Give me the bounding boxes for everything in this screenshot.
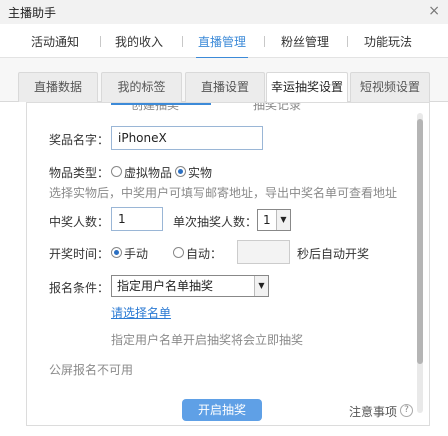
item-type-label: 物品类型： — [49, 166, 110, 180]
signup-condition-value: 指定用户名单抽奖 — [117, 279, 214, 293]
title-bar: 主播助手 × — [0, 0, 448, 24]
per-draw-label: 单次抽奖人数： — [173, 215, 258, 229]
active-tab-indicator — [111, 103, 211, 105]
tab-divider — [264, 36, 265, 47]
item-type-hint: 选择实物后，中奖用户可填写邮寄地址，导出中奖名单可查看地址 — [49, 186, 398, 200]
panel-scrollbar[interactable] — [417, 113, 423, 413]
radio-physical-item[interactable] — [175, 166, 186, 177]
tab-activity-notice[interactable]: 活动通知 — [31, 33, 79, 50]
tab-my-income[interactable]: 我的收入 — [115, 33, 163, 50]
scrollbar-thumb[interactable] — [417, 119, 423, 364]
tab-divider — [100, 36, 101, 47]
radio-virtual-item[interactable] — [111, 166, 122, 177]
subtab-my-tags[interactable]: 我的标签 — [101, 72, 182, 102]
subtab-lucky-draw-settings[interactable]: 幸运抽奖设置 — [266, 72, 348, 103]
public-screen-status: 公屏报名不可用 — [49, 363, 134, 377]
window-title: 主播助手 — [8, 6, 57, 20]
tab-live-management[interactable]: 直播管理 — [195, 33, 249, 59]
tab-divider — [182, 36, 183, 47]
sub-tab-bar: 直播数据 我的标签 直播设置 幸运抽奖设置 短视频设置 — [0, 58, 448, 103]
subtab-live-settings[interactable]: 直播设置 — [185, 72, 265, 102]
signup-condition-label: 报名条件： — [49, 281, 110, 295]
start-draw-button[interactable]: 开启抽奖 — [182, 399, 262, 421]
tab-fan-management[interactable]: 粉丝管理 — [281, 33, 329, 50]
radio-manual[interactable] — [111, 247, 122, 258]
per-draw-value: 1 — [263, 213, 271, 227]
tab-divider — [347, 36, 348, 47]
radio-auto[interactable] — [173, 247, 184, 258]
tab-features[interactable]: 功能玩法 — [364, 33, 412, 50]
tab-draw-records[interactable]: 抽奖记录 — [253, 103, 301, 113]
physical-item-label: 实物 — [188, 166, 213, 180]
select-list-link[interactable]: 请选择名单 — [111, 304, 171, 321]
winners-input[interactable]: 1 — [111, 207, 163, 231]
per-draw-select[interactable]: 1 ▼ — [257, 209, 291, 231]
auto-seconds-input[interactable] — [237, 240, 290, 264]
virtual-item-label: 虚拟物品 — [124, 166, 173, 180]
close-icon[interactable]: × — [428, 3, 440, 19]
subtab-live-data[interactable]: 直播数据 — [18, 72, 98, 102]
chevron-down-icon: ▼ — [254, 276, 268, 296]
manual-label: 手动 — [124, 247, 149, 261]
lucky-draw-panel: 创建抽奖 抽奖记录 奖品名字： iPhoneX 物品类型： 虚拟物品 实物 选择… — [26, 102, 430, 426]
signup-condition-select[interactable]: 指定用户名单抽奖 ▼ — [111, 275, 269, 297]
auto-suffix-label: 秒后自动开奖 — [297, 247, 370, 261]
auto-label: 自动： — [186, 247, 223, 261]
draw-time-label: 开奖时间： — [49, 247, 110, 261]
notes-link[interactable]: 注意事项 — [349, 403, 397, 420]
subtab-short-video-settings[interactable]: 短视频设置 — [350, 72, 430, 102]
winners-label: 中奖人数： — [49, 215, 110, 229]
main-tab-bar: 活动通知 我的收入 直播管理 粉丝管理 功能玩法 — [0, 24, 448, 59]
signup-hint: 指定用户名单开启抽奖将会立即抽奖 — [111, 333, 304, 347]
prize-name-label: 奖品名字： — [49, 133, 110, 147]
help-icon[interactable]: ? — [400, 404, 413, 417]
prize-name-input[interactable]: iPhoneX — [111, 126, 263, 150]
chevron-down-icon: ▼ — [276, 210, 290, 230]
